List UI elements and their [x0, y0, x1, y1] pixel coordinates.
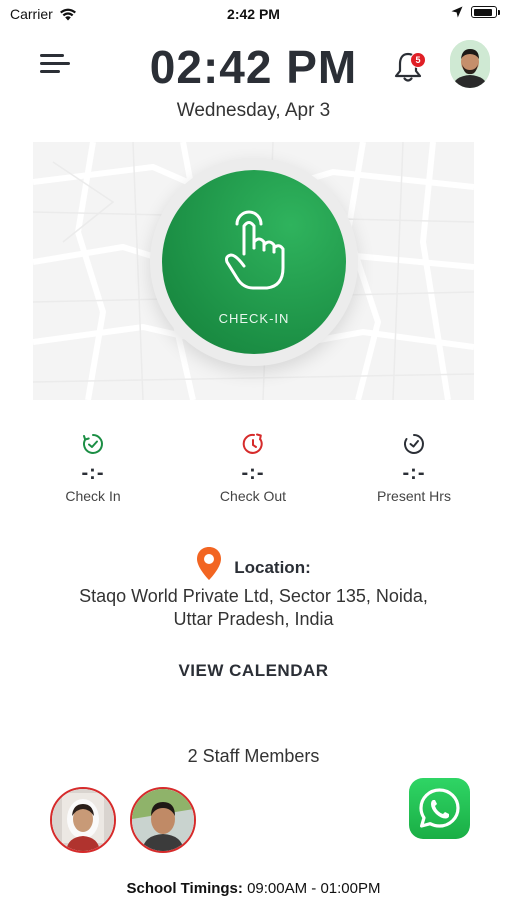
notification-button[interactable]: 5 — [393, 50, 427, 84]
date-display: Wednesday, Apr 3 — [176, 100, 331, 121]
present-hrs-label: Present Hrs — [377, 488, 451, 504]
address-line-1: Staqo World Private Ltd, Sector 135, Noi… — [79, 586, 428, 606]
staff-count: 2 Staff Members — [187, 746, 320, 766]
present-hrs-value: -:- — [402, 462, 426, 484]
check-out-value: -:- — [241, 462, 265, 484]
staff-photo — [132, 789, 194, 851]
clock-icon — [404, 434, 424, 454]
address-line-2: Uttar Pradesh, India — [173, 609, 334, 629]
clock-display: 02:42 PM — [149, 41, 358, 93]
profile-photo — [450, 40, 490, 88]
school-timings-value: 09:00AM - 01:00PM — [247, 880, 381, 897]
check-in-label: Check In — [65, 488, 121, 504]
staff-photo — [52, 789, 114, 851]
whatsapp-button[interactable] — [409, 778, 470, 839]
location-arrow-icon — [451, 6, 463, 18]
checkin-label: CHECK-IN — [218, 311, 290, 326]
status-bar: Carrier 2:42 PM — [0, 0, 507, 28]
clock-out-icon — [242, 433, 263, 454]
whatsapp-icon — [419, 788, 460, 828]
notification-badge: 5 — [410, 52, 426, 68]
clock-check-icon — [83, 434, 103, 454]
check-in-value: -:- — [81, 462, 105, 484]
stat-check-out: -:- Check Out — [173, 432, 333, 504]
stat-check-in: -:- Check In — [13, 432, 173, 504]
hand-pointer-icon — [225, 210, 285, 290]
staff-avatar[interactable] — [130, 787, 196, 853]
location-header: Location: — [0, 546, 507, 582]
location-address: Staqo World Private Ltd, Sector 135, Noi… — [30, 585, 477, 631]
status-time: 2:42 PM — [227, 6, 280, 22]
profile-avatar[interactable] — [450, 40, 490, 88]
staff-avatar[interactable] — [50, 787, 116, 853]
check-out-label: Check Out — [219, 488, 287, 504]
school-timings: School Timings: 09:00AM - 01:00PM — [0, 880, 507, 897]
school-timings-label: School Timings: — [126, 880, 243, 897]
view-calendar-button[interactable]: VIEW CALENDAR — [0, 661, 507, 681]
location-title: Location: — [234, 558, 311, 577]
battery-icon — [471, 6, 500, 18]
location-pin-icon — [197, 547, 222, 580]
stat-present-hrs: -:- Present Hrs — [334, 432, 494, 504]
checkin-button[interactable]: CHECK-IN — [162, 170, 346, 354]
